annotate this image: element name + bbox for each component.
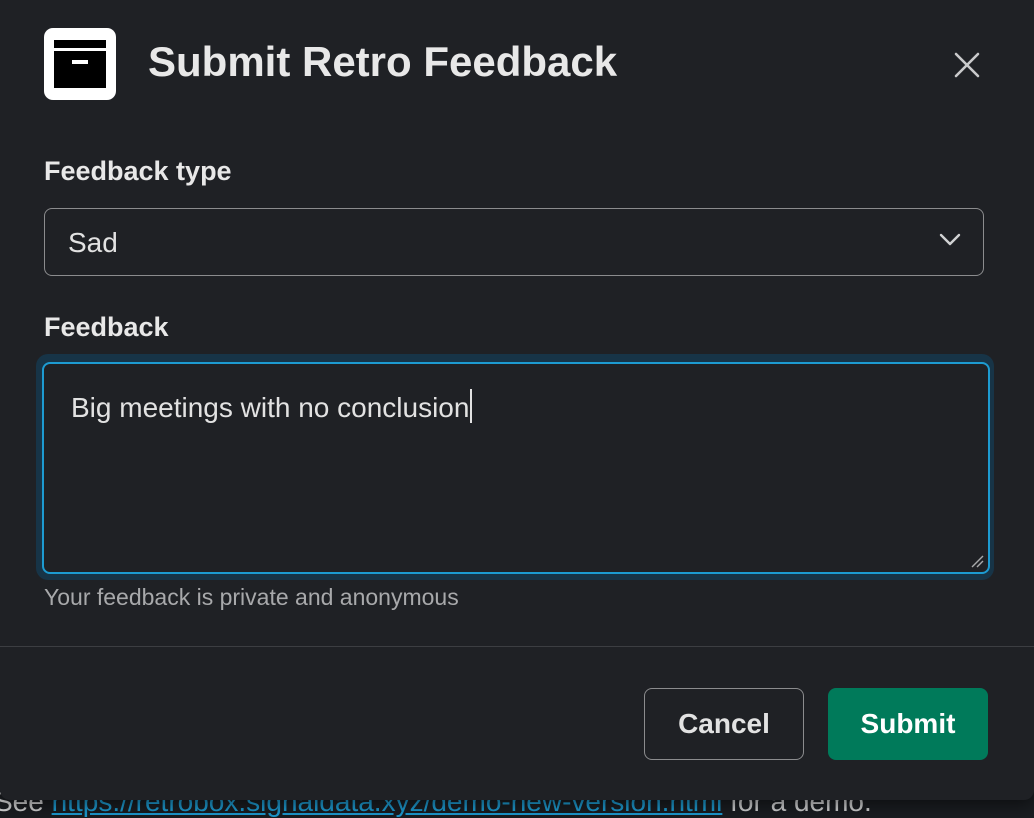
chevron-down-icon bbox=[939, 233, 961, 246]
text-caret bbox=[470, 389, 473, 423]
feedback-privacy-hint: Your feedback is private and anonymous bbox=[44, 584, 459, 610]
archive-box-icon bbox=[44, 28, 116, 100]
feedback-type-label: Feedback type bbox=[44, 156, 232, 186]
modal-title: Submit Retro Feedback bbox=[148, 38, 618, 85]
close-button[interactable] bbox=[944, 42, 990, 88]
submit-button[interactable]: Submit bbox=[828, 688, 988, 760]
feedback-label: Feedback bbox=[44, 312, 169, 342]
close-icon bbox=[954, 52, 980, 78]
cancel-button[interactable]: Cancel bbox=[644, 688, 804, 760]
feedback-text-value: Big meetings with no conclusion bbox=[71, 392, 470, 423]
feedback-textarea[interactable]: Big meetings with no conclusion bbox=[42, 362, 990, 574]
footer-divider bbox=[0, 646, 1034, 647]
resize-handle-icon[interactable] bbox=[970, 554, 984, 568]
feedback-type-value: Sad bbox=[68, 227, 118, 258]
feedback-type-select[interactable]: Sad bbox=[44, 208, 984, 276]
feedback-text: Big meetings with no conclusion bbox=[71, 389, 473, 424]
feedback-modal: Submit Retro Feedback Feedback type Sad … bbox=[0, 0, 1034, 800]
